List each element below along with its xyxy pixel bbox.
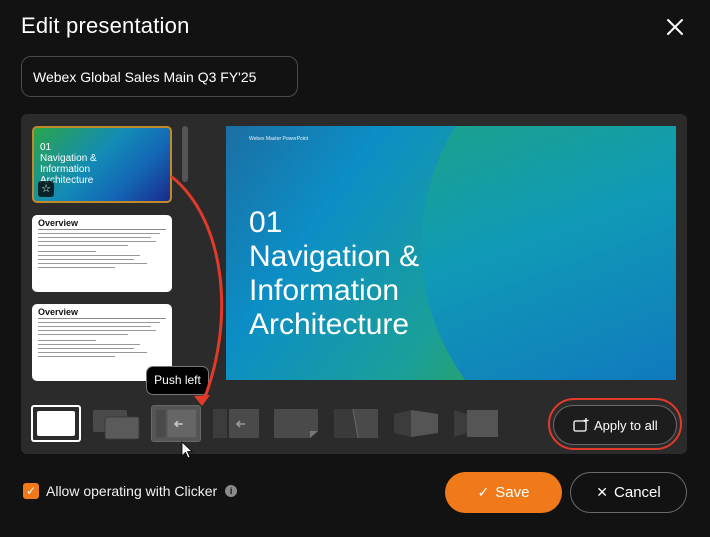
presentation-name-input[interactable] <box>21 56 298 97</box>
slide-preview: Webex Master PowerPoint 01 Navigation & … <box>226 126 676 380</box>
slide-thumbnail-1[interactable]: 01 Navigation & Information Architecture… <box>32 126 172 203</box>
dialog-title: Edit presentation <box>21 13 190 38</box>
allow-clicker-checkbox[interactable]: ✓ <box>23 483 39 499</box>
transition-cover[interactable] <box>91 405 141 442</box>
allow-clicker-label: Allow operating with Clicker <box>46 483 218 499</box>
slide-thumbnail-title: Overview <box>38 307 166 319</box>
push-left-tooltip: Push left <box>146 366 209 395</box>
info-icon[interactable]: i <box>225 485 238 497</box>
cancel-label: Cancel <box>614 484 661 501</box>
apply-to-all-label: Apply to all <box>594 418 658 433</box>
clicker-option: ✓ Allow operating with Clicker i <box>23 483 238 499</box>
slide-text-lines <box>38 322 166 357</box>
apply-to-all-button[interactable]: Apply to all <box>553 405 677 445</box>
slide-thumbnail-title: Overview <box>38 218 166 230</box>
transition-flip[interactable] <box>391 405 441 442</box>
transition-push-left-alt[interactable] <box>211 405 261 442</box>
transition-peel[interactable] <box>271 405 321 442</box>
save-button[interactable]: ✓ Save <box>445 472 562 513</box>
transition-page-turn[interactable] <box>331 405 381 442</box>
preview-tag: Webex Master PowerPoint <box>249 136 309 142</box>
thumbnail-scrollbar[interactable] <box>182 126 188 182</box>
edit-presentation-dialog: Edit presentation 01 Navigation & Inform… <box>0 0 710 537</box>
close-icon[interactable] <box>662 14 688 40</box>
transition-none[interactable] <box>31 405 81 442</box>
transition-reveal[interactable] <box>451 405 501 442</box>
apply-slides-icon <box>573 418 589 432</box>
slide-thumbnail-2[interactable]: Overview <box>32 215 172 292</box>
slide-editor-panel: 01 Navigation & Information Architecture… <box>21 114 687 454</box>
star-icon[interactable]: ☆ <box>38 181 54 197</box>
check-icon: ✓ <box>477 484 490 500</box>
preview-headline: 01 Navigation & Information Architecture <box>249 206 420 341</box>
transition-push-left[interactable] <box>151 405 201 442</box>
save-label: Save <box>495 484 530 501</box>
preview-background-shape <box>421 126 676 380</box>
slide-text-lines <box>38 233 166 268</box>
cancel-button[interactable]: ✕ Cancel <box>570 472 687 513</box>
slide-thumbnail-list: 01 Navigation & Information Architecture… <box>21 114 206 392</box>
close-icon: ✕ <box>596 484 609 500</box>
slide-thumbnail-title: 01 Navigation & Information Architecture <box>40 142 97 186</box>
